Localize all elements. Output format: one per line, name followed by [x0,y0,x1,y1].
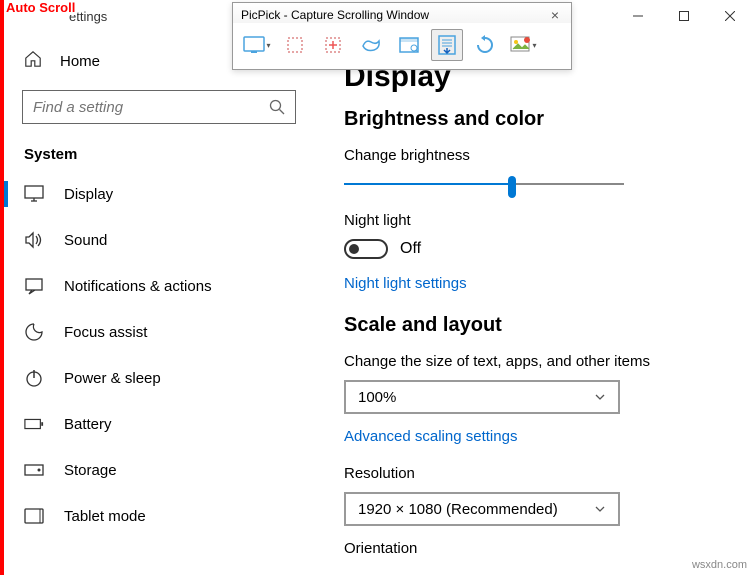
home-label: Home [60,53,100,70]
sidebar-item-tablet-mode[interactable]: Tablet mode [22,493,296,539]
scrolling-window-capture-icon[interactable] [431,29,463,61]
sidebar-item-sound[interactable]: Sound [22,217,296,263]
chevron-down-icon [594,391,606,403]
home-icon [24,50,42,72]
night-light-label: Night light [344,212,733,229]
search-box[interactable] [22,90,296,124]
freehand-capture-icon[interactable] [355,29,387,61]
brightness-section-heading: Brightness and color [344,108,733,131]
tablet-icon [24,506,44,526]
sidebar-item-label: Focus assist [64,324,147,341]
sidebar: Home System Display Sound Notifications … [4,40,314,539]
toggle-knob [349,244,359,254]
fullscreen-capture-icon[interactable]: ▾ [241,29,273,61]
auto-scroll-label: Auto Scroll [4,0,77,15]
display-icon [24,184,44,204]
window-controls [615,0,753,32]
night-light-toggle[interactable] [344,239,388,259]
minimize-button[interactable] [615,0,661,32]
brightness-label: Change brightness [344,147,733,164]
picpick-close-button[interactable]: × [547,7,563,23]
close-button[interactable] [707,0,753,32]
scale-value: 100% [358,389,396,406]
watermark: wsxdn.com [692,559,747,571]
sidebar-item-power[interactable]: Power & sleep [22,355,296,401]
sidebar-item-label: Power & sleep [64,370,161,387]
picpick-title: PicPick - Capture Scrolling Window [241,8,429,22]
sidebar-item-label: Battery [64,416,112,433]
sidebar-item-notifications[interactable]: Notifications & actions [22,263,296,309]
brightness-slider[interactable] [344,174,624,194]
search-input[interactable] [33,99,269,116]
sidebar-item-label: Storage [64,462,117,479]
advanced-scaling-link[interactable]: Advanced scaling settings [344,428,517,445]
sidebar-item-label: Tablet mode [64,508,146,525]
sound-icon [24,230,44,250]
sidebar-item-battery[interactable]: Battery [22,401,296,447]
slider-thumb[interactable] [508,176,516,198]
sidebar-item-focus-assist[interactable]: Focus assist [22,309,296,355]
sidebar-item-label: Sound [64,232,107,249]
fixed-region-capture-icon[interactable] [317,29,349,61]
maximize-button[interactable] [661,0,707,32]
night-light-state: Off [400,240,421,258]
sidebar-item-display[interactable]: Display [22,171,296,217]
scale-label: Change the size of text, apps, and other… [344,353,733,370]
sidebar-item-storage[interactable]: Storage [22,447,296,493]
battery-icon [24,414,44,434]
chevron-down-icon [594,503,606,515]
window-capture-icon[interactable] [393,29,425,61]
orientation-label: Orientation [344,540,733,557]
resolution-value: 1920 × 1080 (Recommended) [358,501,558,518]
resolution-dropdown[interactable]: 1920 × 1080 (Recommended) [344,492,620,526]
red-overlay-bar [0,0,4,575]
scale-section-heading: Scale and layout [344,314,733,337]
scale-dropdown[interactable]: 100% [344,380,620,414]
sidebar-section-title: System [22,124,296,171]
sidebar-item-label: Notifications & actions [64,278,212,295]
search-icon [269,99,285,115]
night-light-settings-link[interactable]: Night light settings [344,275,467,292]
notifications-icon [24,276,44,296]
power-icon [24,368,44,388]
focus-icon [24,322,44,342]
picpick-toolbar: ▾ ▾ [233,23,571,69]
slider-fill [344,183,512,185]
resolution-label: Resolution [344,465,733,482]
picpick-titlebar[interactable]: PicPick - Capture Scrolling Window × [233,3,571,23]
storage-icon [24,460,44,480]
repeat-capture-icon[interactable] [469,29,501,61]
sidebar-item-label: Display [64,186,113,203]
content-area: Display Brightness and color Change brig… [344,60,733,567]
picpick-window[interactable]: PicPick - Capture Scrolling Window × ▾ ▾ [232,2,572,70]
region-capture-icon[interactable] [279,29,311,61]
image-editor-icon[interactable]: ▾ [507,29,539,61]
